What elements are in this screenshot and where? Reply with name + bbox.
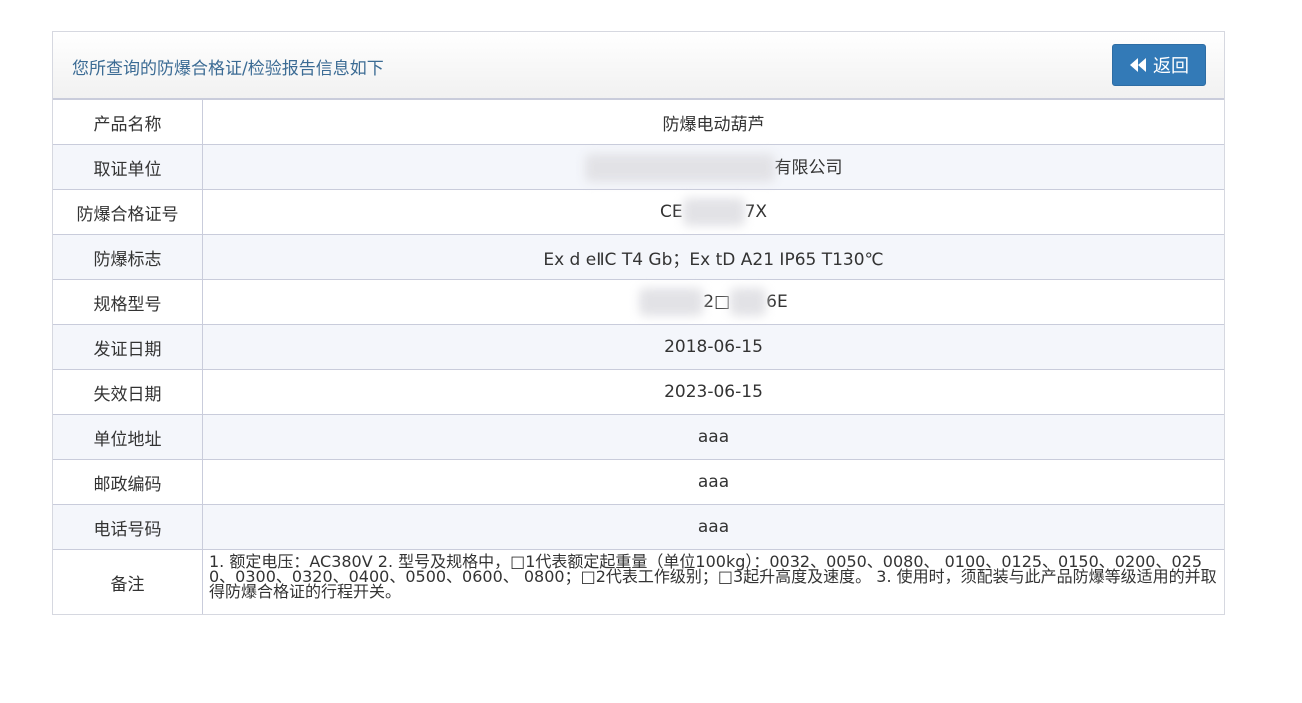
- double-left-arrow-icon: [1129, 57, 1147, 73]
- field-label: 防爆合格证号: [53, 189, 203, 235]
- table-row: 取证单位 有限公司: [53, 144, 1224, 190]
- field-label: 发证日期: [53, 324, 203, 370]
- field-value: aaa: [202, 504, 1224, 550]
- panel-header: 您所查询的防爆合格证/检验报告信息如下 返回: [53, 32, 1224, 100]
- field-label: 取证单位: [53, 144, 203, 190]
- field-label: 邮政编码: [53, 459, 203, 505]
- table-row: 产品名称 防爆电动葫芦: [53, 100, 1224, 145]
- certificate-table: 产品名称 防爆电动葫芦 取证单位 有限公司 防爆合格证号 CE 7X 防爆标志 E…: [53, 100, 1224, 614]
- field-value: 2018-06-15: [202, 324, 1224, 370]
- field-value-redacted: CE 7X: [202, 189, 1224, 235]
- table-row: 规格型号 2□ 6E: [53, 279, 1224, 325]
- table-row: 防爆合格证号 CE 7X: [53, 189, 1224, 235]
- field-value-prefix: CE: [659, 202, 683, 222]
- field-label: 规格型号: [53, 279, 203, 325]
- field-value-mid: 2□: [703, 292, 731, 312]
- field-value: 2023-06-15: [202, 369, 1224, 415]
- table-row: 邮政编码 aaa: [53, 459, 1224, 505]
- table-row: 失效日期 2023-06-15: [53, 369, 1224, 415]
- page-title: 您所查询的防爆合格证/检验报告信息如下: [72, 59, 384, 79]
- remarks-value: 1. 额定电压：AC380V 2. 型号及规格中，□1代表额定起重量（单位100…: [202, 549, 1224, 614]
- back-button-label: 返回: [1153, 56, 1189, 77]
- redacted-blur: [730, 288, 767, 316]
- table-row: 备注 1. 额定电压：AC380V 2. 型号及规格中，□1代表额定起重量（单位…: [53, 549, 1224, 614]
- redacted-blur: [584, 153, 775, 182]
- table-row: 防爆标志 Ex d eⅡC T4 Gb；Ex tD A21 IP65 T130℃: [53, 234, 1224, 280]
- field-value: aaa: [202, 414, 1224, 460]
- field-value: 防爆电动葫芦: [662, 114, 765, 135]
- field-value-suffix: 6E: [766, 292, 788, 312]
- field-label: 失效日期: [53, 369, 203, 415]
- field-label: 备注: [53, 549, 203, 614]
- redacted-blur: [682, 198, 745, 226]
- field-value: Ex d eⅡC T4 Gb；Ex tD A21 IP65 T130℃: [202, 234, 1224, 280]
- table-row: 单位地址 aaa: [53, 414, 1224, 460]
- field-label: 防爆标志: [53, 234, 203, 280]
- field-label: 电话号码: [53, 504, 203, 550]
- table-row: 发证日期 2018-06-15: [53, 324, 1224, 370]
- field-label: 单位地址: [53, 414, 203, 460]
- field-value-redacted: 2□ 6E: [202, 279, 1224, 325]
- field-value: 有限公司: [774, 157, 843, 178]
- field-value-redacted: 有限公司: [202, 144, 1224, 190]
- table-row: 电话号码 aaa: [53, 504, 1224, 550]
- certificate-panel: 您所查询的防爆合格证/检验报告信息如下 返回 产品名称 防爆电动葫芦 取证单位 …: [52, 31, 1225, 615]
- redacted-blur: [639, 288, 704, 316]
- back-button[interactable]: 返回: [1112, 44, 1206, 86]
- field-label: 产品名称: [53, 100, 203, 145]
- field-value: aaa: [202, 459, 1224, 505]
- field-value-suffix: 7X: [744, 202, 768, 222]
